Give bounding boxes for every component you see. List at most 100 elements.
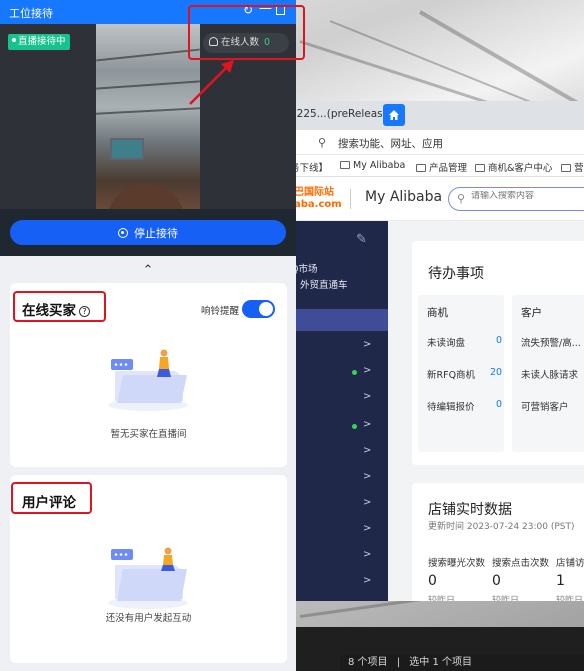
sidebar-item[interactable]: >	[290, 570, 388, 596]
camera-feed	[96, 24, 200, 209]
sidebar-item[interactable]: >	[290, 334, 388, 360]
status-item-count: 8 个项目	[348, 657, 388, 668]
customer-label[interactable]: 流失预警/高...	[521, 335, 581, 349]
header-divider	[350, 189, 351, 209]
panel-title: 工位接待	[9, 7, 53, 20]
chevron-right-icon: >	[363, 365, 372, 376]
opportunity-value[interactable]: 0	[496, 335, 502, 346]
bookmark-marketing[interactable]: 营	[561, 160, 584, 174]
opportunities-title: 商机	[427, 307, 448, 319]
browser-tab-bar: 5225...(preRelease)	[290, 101, 584, 130]
customer-label[interactable]: 未读人脉请求	[521, 367, 578, 381]
chevron-right-icon: >	[363, 497, 372, 508]
chevron-up-icon[interactable]: ⌃	[140, 263, 156, 278]
camera-sign	[110, 138, 144, 160]
sidebar-item-p4p[interactable]: 外贸直通车	[300, 277, 348, 291]
browser-window: 5225...(preRelease) ⚲ 搜索功能、网址、应用 务下线】 My…	[290, 101, 584, 601]
sidebar-item[interactable]: >	[290, 518, 388, 544]
online-buyers-empty-text: 暂无买家在直播间	[110, 429, 187, 440]
customer-label[interactable]: 可营销客户	[521, 399, 569, 413]
metric-value: 0	[492, 573, 501, 589]
edit-icon[interactable]: ✎	[356, 232, 367, 247]
sidebar-item[interactable]: >	[290, 414, 388, 440]
address-bar[interactable]: ⚲ 搜索功能、网址、应用	[290, 130, 584, 155]
opportunity-label[interactable]: 新RFQ商机	[427, 367, 475, 381]
stop-reception-button[interactable]: 停止接待	[10, 220, 286, 245]
camera-person	[106, 184, 186, 209]
bookmark-opportunity-center[interactable]: 商机&客户中心	[475, 160, 552, 174]
site-header: 巴国际站 aba.com My Alibaba ⚲	[290, 177, 584, 221]
home-button[interactable]	[383, 104, 405, 126]
ceiling-detail	[96, 80, 200, 90]
opportunity-value[interactable]: 20	[490, 367, 502, 378]
bookmark-label: My Alibaba	[353, 160, 406, 171]
metric-value: 0	[428, 573, 437, 589]
sidebar-item[interactable]: >	[290, 544, 388, 570]
browser-tab-title[interactable]: 5225...(preRelease)	[290, 108, 393, 120]
opportunities-panel: 商机 未读询盘 0 新RFQ商机 20 待编辑报价 0	[418, 295, 504, 452]
store-title: 店铺实时数据	[428, 502, 512, 518]
metric-compare: 较昨日	[428, 596, 456, 601]
site-search-input[interactable]	[471, 191, 584, 201]
main-content: 待办事项 商机 未读询盘 0 新RFQ商机 20 待编辑报价 0 客户 流失预警…	[388, 221, 584, 601]
page-title: My Alibaba	[365, 189, 443, 205]
chevron-right-icon: >	[363, 549, 372, 560]
alibaba-logo[interactable]: 巴国际站	[294, 187, 334, 199]
annotation-box-online-buyers	[13, 291, 106, 322]
bookmark-product-management[interactable]: 产品管理	[416, 160, 467, 174]
reception-panel: 工位接待 ↻ — 直播接待中 在线人数0 停止接待 ⌃ 在线买家? 响铃提醒	[0, 0, 296, 671]
search-icon: ⚲	[457, 192, 466, 205]
stop-circle-icon	[118, 227, 128, 238]
explorer-status-bar: 8 个项目 | 选中 1 个项目	[340, 655, 584, 671]
opportunity-label[interactable]: 未读询盘	[427, 335, 465, 349]
metric-search-impressions[interactable]: 搜索曝光次数 0 较昨日	[428, 555, 485, 601]
metric-label: 搜索曝光次数	[428, 558, 486, 569]
sidebar-item-active[interactable]	[290, 309, 388, 331]
sidebar-item[interactable]: >	[290, 360, 388, 386]
sidebar-item[interactable]: >	[290, 386, 388, 412]
metric-store-visits[interactable]: 店铺访问 1 较昨日	[556, 555, 584, 601]
ceiling-detail	[96, 48, 200, 62]
status-separator: |	[396, 657, 401, 668]
metric-compare: 较昨日	[492, 596, 520, 601]
stop-area: 停止接待	[0, 209, 296, 256]
home-icon	[389, 110, 399, 120]
sidebar-item[interactable]: >	[290, 440, 388, 466]
customers-title: 客户	[521, 307, 542, 319]
customers-panel: 客户 流失预警/高... 0 未读人脉请求 3 可营销客户 2	[512, 295, 584, 452]
folder-icon	[475, 164, 485, 172]
folder-icon	[561, 164, 571, 172]
bookmark-my-alibaba[interactable]: My Alibaba	[340, 160, 405, 171]
metric-search-clicks[interactable]: 搜索点击次数 0 较昨日	[492, 555, 549, 601]
chevron-right-icon: >	[363, 391, 372, 402]
live-status-badge: 直播接待中	[8, 34, 70, 50]
status-selected-count: 选中 1 个项目	[409, 657, 473, 668]
metric-value: 1	[556, 573, 565, 589]
sidebar-item[interactable]: >	[290, 466, 388, 492]
sidebar-item[interactable]: >	[290, 492, 388, 518]
chevron-right-icon: >	[363, 339, 372, 350]
opportunity-label[interactable]: 待编辑报价	[427, 399, 475, 413]
opportunity-value[interactable]: 0	[496, 399, 502, 410]
chevron-right-icon: >	[363, 445, 372, 456]
background-streak	[419, 10, 584, 114]
search-icon: ⚲	[318, 136, 327, 149]
update-time: 更新时间 2023-07-24 23:00 (PST)	[428, 522, 575, 532]
folder-icon	[416, 164, 426, 172]
empty-state-illustration	[108, 349, 188, 411]
annotation-box-online-count	[188, 5, 305, 60]
address-bar-text[interactable]: 搜索功能、网址、应用	[338, 136, 443, 151]
ceiling-detail	[96, 107, 200, 115]
alibaba-logo-domain[interactable]: aba.com	[294, 199, 342, 210]
bookmark-label: 商机&客户中心	[488, 163, 553, 174]
bookmark-label: 产品管理	[429, 163, 468, 174]
user-comments-empty-text: 还没有用户发起互动	[105, 613, 192, 624]
bookmarks-bar: 务下线】 My Alibaba 产品管理 商机&客户中心 营	[290, 155, 584, 177]
metric-label: 搜索点击次数	[492, 558, 550, 569]
metric-label: 店铺访问	[556, 558, 584, 569]
annotation-box-user-comments	[11, 482, 92, 514]
bell-reminder-toggle[interactable]	[242, 300, 275, 318]
chevron-right-icon: >	[363, 523, 372, 534]
site-search-box[interactable]: ⚲	[448, 187, 584, 211]
stop-reception-label: 停止接待	[134, 226, 178, 240]
